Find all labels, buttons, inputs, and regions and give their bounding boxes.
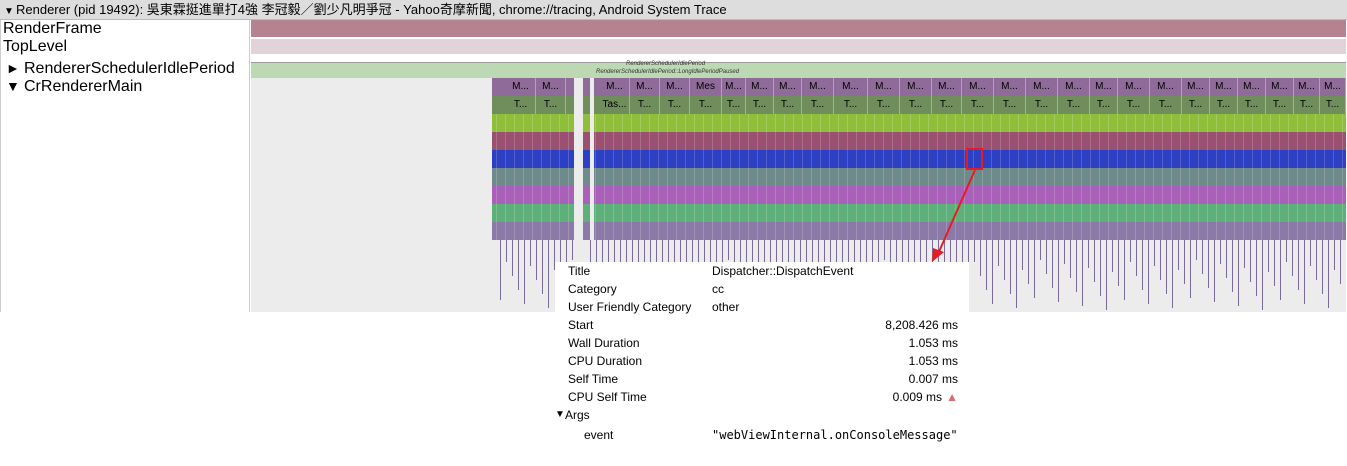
detail-value: 1.053 ms	[908, 336, 958, 350]
detail-row-self-time: Self Time 0.007 ms	[555, 370, 969, 388]
detail-value: 8,208.426 ms	[885, 318, 958, 332]
detail-row-start: Start 8,208.426 ms	[555, 316, 969, 334]
args-label: Args	[565, 408, 590, 422]
arg-key: event	[584, 428, 614, 442]
detail-key: Start	[568, 318, 594, 332]
detail-key: Title	[568, 264, 591, 278]
details-panel: Title Dispatcher::DispatchEvent Category c…	[555, 262, 969, 442]
detail-key: Self Time	[568, 372, 619, 386]
detail-key: Category	[568, 282, 617, 296]
detail-row-user-friendly-category: User Friendly Category other	[555, 298, 969, 316]
detail-row-cpu-duration: CPU Duration 1.053 ms	[555, 352, 969, 370]
arg-value: "webViewInternal.onConsoleMessage"	[712, 428, 958, 442]
detail-row-category: Category cc	[555, 280, 969, 298]
arg-row-event: event "webViewInternal.onConsoleMessage"	[555, 426, 969, 444]
detail-value: 1.053 ms	[908, 354, 958, 368]
detail-value: 0.007 ms	[908, 372, 958, 386]
collapse-arrow-icon[interactable]: ▼	[555, 406, 565, 424]
detail-value: Dispatcher::DispatchEvent	[712, 264, 854, 278]
detail-key: User Friendly Category	[568, 300, 692, 314]
detail-value: cc	[712, 282, 724, 296]
args-section-header[interactable]: ▼ Args	[555, 406, 969, 424]
detail-key: Wall Duration	[568, 336, 640, 350]
detail-value: 0.009 ms	[892, 390, 942, 404]
detail-row-title: Title Dispatcher::DispatchEvent	[555, 262, 969, 280]
detail-value: other	[712, 300, 740, 314]
detail-row-wall-duration: Wall Duration 1.053 ms	[555, 334, 969, 352]
detail-key: CPU Self Time	[568, 390, 647, 404]
detail-key: CPU Duration	[568, 354, 643, 368]
warning-icon: ▲	[946, 390, 958, 404]
detail-row-cpu-self-time: CPU Self Time 0.009 ms ▲	[555, 388, 969, 406]
